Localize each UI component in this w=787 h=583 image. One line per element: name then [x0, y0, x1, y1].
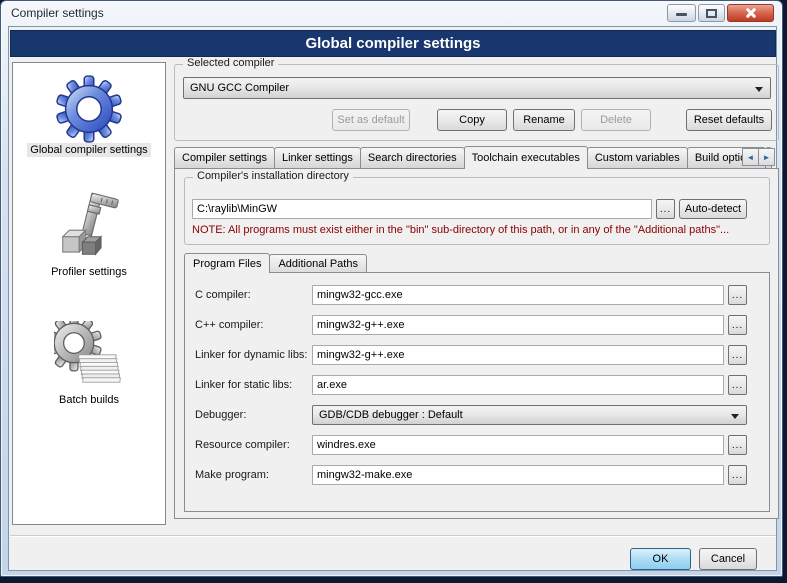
caliper-icon[interactable] — [54, 191, 124, 265]
reset-defaults-button[interactable]: Reset defaults — [686, 109, 772, 131]
cpp-compiler-input[interactable] — [312, 315, 724, 335]
arrow-right-icon: ► — [763, 153, 771, 162]
make-program-label: Make program: — [195, 469, 269, 481]
page-title: Global compiler settings — [10, 30, 776, 57]
debugger-value: GDB/CDB debugger : Default — [319, 409, 463, 421]
c-compiler-label: C compiler: — [195, 289, 251, 301]
installation-directory-input[interactable] — [192, 199, 652, 219]
make-program-input[interactable] — [312, 465, 724, 485]
linker-static-label: Linker for static libs: — [195, 379, 292, 391]
compiler-settings-window: Compiler settings Global compiler settin… — [0, 0, 783, 577]
settings-category-list: Global compiler settings — [12, 62, 166, 525]
debugger-combobox[interactable]: GDB/CDB debugger : Default — [312, 405, 747, 425]
cpp-compiler-browse-button[interactable]: ... — [728, 315, 747, 335]
c-compiler-browse-button[interactable]: ... — [728, 285, 747, 305]
sidebar-item-global-compiler-settings[interactable]: Global compiler settings — [27, 143, 150, 157]
copy-button[interactable]: Copy — [437, 109, 507, 131]
window-title: Compiler settings — [11, 6, 104, 20]
debugger-label: Debugger: — [195, 409, 246, 421]
browse-directory-button[interactable]: ... — [656, 199, 675, 219]
close-button[interactable] — [727, 4, 774, 22]
gray-gear-papers-icon[interactable] — [54, 321, 124, 393]
tab-toolchain-executables[interactable]: Toolchain executables — [464, 146, 588, 169]
tab-custom-variables[interactable]: Custom variables — [587, 147, 688, 168]
tab-search-directories[interactable]: Search directories — [360, 147, 465, 168]
installation-directory-group-label: Compiler's installation directory — [193, 170, 353, 182]
tab-linker-settings[interactable]: Linker settings — [274, 147, 361, 168]
maximize-button[interactable] — [698, 4, 725, 22]
selected-compiler-group-label: Selected compiler — [183, 57, 278, 69]
tab-program-files[interactable]: Program Files — [184, 253, 270, 273]
programs-tabbar: Program Files Additional Paths — [184, 253, 366, 273]
blue-gear-icon[interactable] — [54, 75, 124, 143]
screen: Compiler settings Global compiler settin… — [0, 0, 787, 583]
linker-static-browse-button[interactable]: ... — [728, 375, 747, 395]
linker-dynamic-label: Linker for dynamic libs: — [195, 349, 308, 361]
tab-compiler-settings[interactable]: Compiler settings — [174, 147, 275, 168]
resource-compiler-label: Resource compiler: — [195, 439, 290, 451]
linker-static-input[interactable] — [312, 375, 724, 395]
arrow-left-icon: ◄ — [747, 153, 755, 162]
delete-button[interactable]: Delete — [581, 109, 651, 131]
linker-dynamic-input[interactable] — [312, 345, 724, 365]
note-text: NOTE: All programs must exist either in … — [192, 224, 767, 236]
selected-compiler-value: GNU GCC Compiler — [190, 82, 289, 94]
resource-compiler-input[interactable] — [312, 435, 724, 455]
resource-compiler-browse-button[interactable]: ... — [728, 435, 747, 455]
c-compiler-input[interactable] — [312, 285, 724, 305]
minimize-button[interactable] — [667, 4, 696, 22]
chevron-down-icon — [731, 414, 739, 419]
sidebar-item-profiler-settings[interactable]: Profiler settings — [48, 265, 130, 279]
sidebar-item-batch-builds[interactable]: Batch builds — [56, 393, 122, 407]
footer-separator — [10, 535, 776, 537]
close-icon — [728, 5, 773, 21]
maximize-icon — [706, 9, 717, 18]
make-program-browse-button[interactable]: ... — [728, 465, 747, 485]
tab-scroll-right-button[interactable]: ► — [758, 148, 775, 166]
set-as-default-button[interactable]: Set as default — [332, 109, 410, 131]
ok-button[interactable]: OK — [630, 548, 691, 570]
settings-tabbar: Compiler settings Linker settings Search… — [174, 146, 779, 169]
rename-button[interactable]: Rename — [513, 109, 575, 131]
selected-compiler-group: Selected compiler GNU GCC Compiler Set a… — [174, 64, 779, 141]
tab-scroll-left-button[interactable]: ◄ — [742, 148, 759, 166]
chevron-down-icon — [755, 87, 763, 92]
dialog-body: Global compiler settings — [8, 26, 777, 571]
selected-compiler-combobox[interactable]: GNU GCC Compiler — [183, 77, 771, 99]
cpp-compiler-label: C++ compiler: — [195, 319, 263, 331]
titlebar[interactable]: Compiler settings — [1, 1, 782, 25]
tab-scroll-buttons: ◄ ► — [742, 148, 775, 166]
minimize-icon — [676, 13, 687, 16]
cancel-button[interactable]: Cancel — [699, 548, 757, 570]
tab-additional-paths[interactable]: Additional Paths — [269, 254, 367, 272]
linker-dynamic-browse-button[interactable]: ... — [728, 345, 747, 365]
auto-detect-button[interactable]: Auto-detect — [679, 199, 747, 219]
